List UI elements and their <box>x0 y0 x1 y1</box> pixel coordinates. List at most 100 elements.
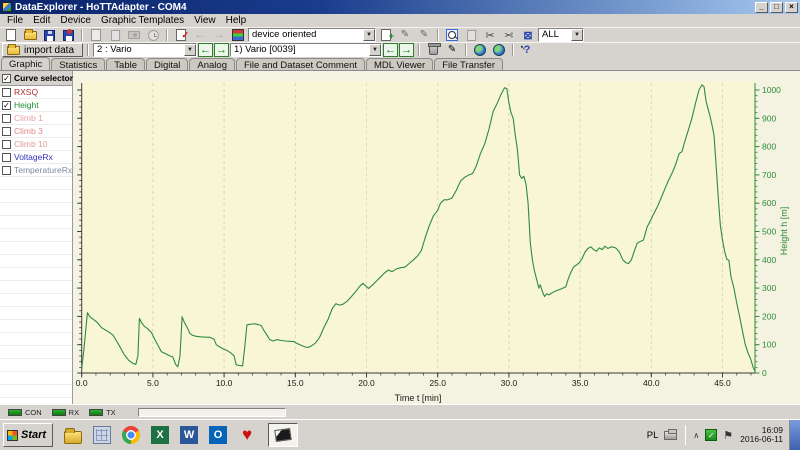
chrome-icon[interactable] <box>122 426 140 444</box>
excel-icon[interactable]: X <box>151 426 169 444</box>
refresh-records-button[interactable]: + <box>377 28 395 42</box>
next-channel-button[interactable]: → <box>214 43 229 57</box>
curve-row-height: ✓Height <box>0 99 72 112</box>
tab-analog[interactable]: Analog <box>189 58 235 70</box>
curve-label-climb-3: Climb 3 <box>14 126 43 136</box>
start-label: Start <box>21 429 46 441</box>
show-desktop-button[interactable] <box>789 420 800 450</box>
height-time-chart[interactable]: 0.05.010.015.020.025.030.035.040.045.001… <box>73 71 800 405</box>
menu-help[interactable]: Help <box>221 15 252 26</box>
menu-device[interactable]: Device <box>55 15 96 26</box>
curve-checkbox-climb-1[interactable] <box>2 114 11 123</box>
tab-statistics[interactable]: Statistics <box>51 58 105 70</box>
svg-text:0.0: 0.0 <box>76 378 88 388</box>
open-folder-icon <box>24 31 37 40</box>
curve-checkbox-climb-3[interactable] <box>2 127 11 136</box>
calculator-icon[interactable] <box>93 426 111 444</box>
menu-graphic-templates[interactable]: Graphic Templates <box>96 15 189 26</box>
flag-tray-icon[interactable]: ⚑ <box>723 429 733 442</box>
pan-button[interactable] <box>462 28 480 42</box>
curve-row-empty <box>0 359 72 372</box>
curve-checkbox-height[interactable]: ✓ <box>2 101 11 110</box>
curve-label-rxsq: RXSQ <box>14 87 38 97</box>
curve-selector-panel: ✓ Curve selector RXSQ✓HeightClimb 1Climb… <box>0 71 73 405</box>
edit-record-button[interactable]: ✎ <box>443 43 461 57</box>
heart-icon[interactable]: ♥ <box>238 426 256 444</box>
led-con-icon <box>8 409 22 416</box>
channel-filter-combo[interactable]: ALL ▼ <box>538 28 584 42</box>
delete-file-button[interactable] <box>87 28 105 42</box>
start-button[interactable]: Start <box>3 423 53 447</box>
google-earth-button[interactable] <box>471 43 489 57</box>
restore-button[interactable]: □ <box>770 2 783 13</box>
outlook-icon[interactable]: O <box>209 426 227 444</box>
svg-text:Height h [m]: Height h [m] <box>779 207 789 256</box>
file-explorer-icon[interactable] <box>64 431 82 444</box>
device-settings-button[interactable]: ✓ <box>172 28 190 42</box>
new-file-button[interactable] <box>2 28 20 42</box>
minimize-button[interactable]: _ <box>755 2 768 13</box>
svg-text:40.0: 40.0 <box>643 378 660 388</box>
green-left-arrow-icon: ← <box>385 44 396 56</box>
record-set-combo[interactable]: 1) Vario [0039] ▼ <box>230 43 382 57</box>
next-device-button[interactable]: → <box>210 28 228 42</box>
cut-left-button[interactable]: ✂ <box>481 28 499 42</box>
snapshot-button[interactable] <box>125 28 143 42</box>
port-combo[interactable]: 2 : Vario ▼ <box>93 43 197 57</box>
tab-digital[interactable]: Digital <box>146 58 188 70</box>
printer-tray-icon[interactable] <box>664 431 677 440</box>
curve-checkbox-climb-10[interactable] <box>2 140 11 149</box>
reset-zoom-button[interactable]: ⊠ <box>519 28 537 42</box>
led-rx-icon <box>52 409 66 416</box>
edit-comment-button[interactable]: ✎ <box>415 28 433 42</box>
clock[interactable]: 16:09 2016-06-11 <box>740 426 783 444</box>
time-button[interactable] <box>144 28 162 42</box>
tab-file-and-dataset-comment[interactable]: File and Dataset Comment <box>236 58 365 70</box>
curve-checkbox-temperaturerx[interactable] <box>2 166 11 175</box>
save-button[interactable] <box>40 28 58 42</box>
open-file-button[interactable] <box>21 28 39 42</box>
dropdown-arrow-icon[interactable]: ▼ <box>369 44 381 56</box>
curve-checkbox-rxsq[interactable] <box>2 88 11 97</box>
active-task-button[interactable] <box>268 423 298 447</box>
tab-mdl-viewer[interactable]: MDL Viewer <box>366 58 433 70</box>
titlebar: DataExplorer - HoTTAdapter - COM4 _ □ × <box>0 0 800 14</box>
view-mode-combo[interactable]: device oriented ▼ <box>248 28 376 42</box>
dropdown-arrow-icon[interactable]: ▼ <box>571 29 583 41</box>
antivirus-tray-icon[interactable]: ✓ <box>705 429 717 441</box>
word-icon[interactable]: W <box>180 426 198 444</box>
edit-record-set-button[interactable]: ✎ <box>396 28 414 42</box>
context-help-button[interactable]: ↖? <box>518 43 536 57</box>
prev-channel-button[interactable]: ← <box>198 43 213 57</box>
menu-edit[interactable]: Edit <box>28 15 55 26</box>
curve-row-empty <box>0 203 72 216</box>
google-earth-config-button[interactable] <box>490 43 508 57</box>
camera-icon <box>128 31 140 39</box>
cut-right-button[interactable]: ✂ <box>500 28 518 42</box>
import-data-button[interactable]: import data <box>2 43 83 57</box>
delete-record-button[interactable] <box>424 43 442 57</box>
cursor-arrow-icon: ↖ <box>520 44 526 52</box>
copy-button[interactable] <box>106 28 124 42</box>
language-indicator[interactable]: PL <box>647 430 659 441</box>
next-record-button[interactable]: → <box>399 43 414 57</box>
tab-graphic[interactable]: Graphic <box>1 57 50 70</box>
curve-row-empty <box>0 385 72 398</box>
back-arrow-icon: ← <box>195 29 206 41</box>
dropdown-arrow-icon[interactable]: ▼ <box>363 29 375 41</box>
device-properties-button[interactable] <box>229 28 247 42</box>
zoom-select-button[interactable] <box>443 28 461 42</box>
prev-record-button[interactable]: ← <box>383 43 398 57</box>
tab-file-transfer[interactable]: File Transfer <box>434 58 503 70</box>
tab-table[interactable]: Table <box>106 58 145 70</box>
chevron-up-icon[interactable]: ∧ <box>693 431 699 440</box>
close-button[interactable]: × <box>785 2 798 13</box>
curve-selector-checkbox[interactable]: ✓ <box>2 74 11 83</box>
menu-view[interactable]: View <box>189 15 221 26</box>
save-as-button[interactable] <box>59 28 77 42</box>
prev-device-button[interactable]: ← <box>191 28 209 42</box>
curve-row-empty <box>0 281 72 294</box>
menu-file[interactable]: File <box>2 15 28 26</box>
curve-checkbox-voltagerx[interactable] <box>2 153 11 162</box>
dropdown-arrow-icon[interactable]: ▼ <box>184 44 196 56</box>
